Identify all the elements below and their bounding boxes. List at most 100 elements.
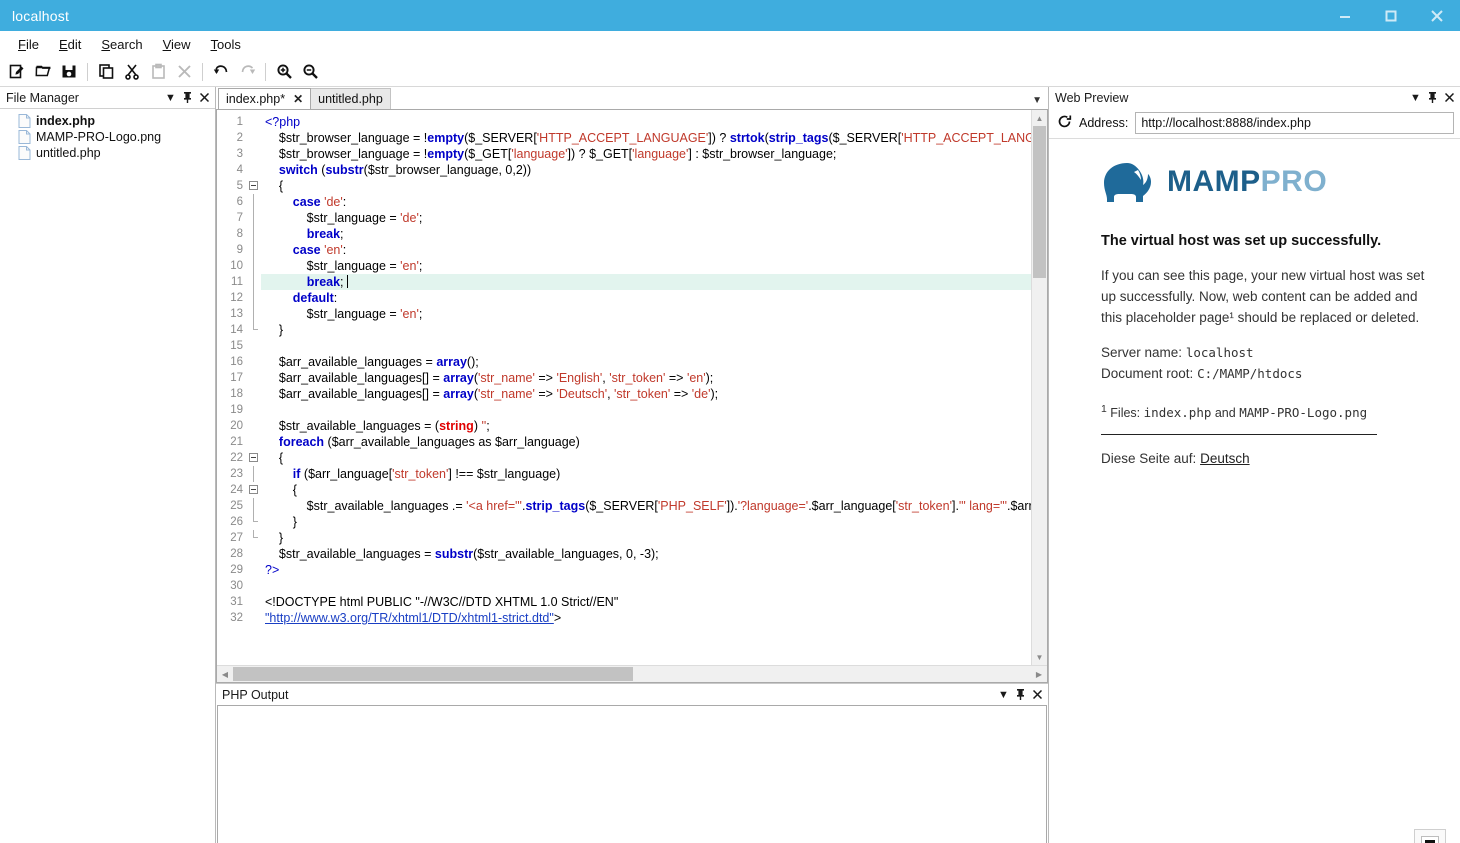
- tab-list-chevron-icon[interactable]: ▼: [1032, 95, 1042, 106]
- file-item-index-php[interactable]: index.php: [0, 113, 215, 129]
- code-line[interactable]: ?>: [261, 562, 1031, 578]
- chevron-down-icon[interactable]: ▼: [995, 686, 1012, 703]
- code-line[interactable]: "http://www.w3.org/TR/xhtml1/DTD/xhtml1-…: [261, 610, 1031, 626]
- code-line[interactable]: }: [261, 322, 1031, 338]
- code-line[interactable]: [261, 578, 1031, 594]
- file-list[interactable]: index.php MAMP-PRO-Logo.png untitled.php: [0, 108, 215, 843]
- fold-row: [247, 194, 261, 210]
- server-name-label: Server name:: [1101, 345, 1183, 360]
- line-number: 27: [230, 532, 243, 544]
- copy-icon[interactable]: [93, 60, 119, 84]
- open-folder-icon[interactable]: [30, 60, 56, 84]
- code-line[interactable]: switch (substr($str_browser_language, 0,…: [261, 162, 1031, 178]
- code-line[interactable]: [261, 402, 1031, 418]
- code-line[interactable]: $str_language = 'en';: [261, 258, 1031, 274]
- web-preview-content: MAMPPRO The virtual host was set up succ…: [1049, 138, 1460, 843]
- code-line[interactable]: $str_language = 'de';: [261, 210, 1031, 226]
- code-line[interactable]: foreach ($arr_available_languages as $ar…: [261, 434, 1031, 450]
- menu-view[interactable]: View: [153, 35, 201, 54]
- fold-collapse-icon[interactable]: [249, 181, 258, 190]
- editor-tab-untitled-php[interactable]: untitled.php: [310, 88, 391, 109]
- scroll-up-arrow-icon[interactable]: ▲: [1032, 110, 1047, 126]
- code-line[interactable]: if ($arr_language['str_token'] !== $str_…: [261, 466, 1031, 482]
- fold-row: [247, 178, 261, 194]
- chevron-down-icon[interactable]: ▼: [1407, 89, 1424, 106]
- menu-file[interactable]: File: [8, 35, 49, 54]
- fold-row: [247, 290, 261, 306]
- code-line[interactable]: $str_language = 'en';: [261, 306, 1031, 322]
- code-line[interactable]: $arr_available_languages = array();: [261, 354, 1031, 370]
- code-line[interactable]: $str_available_languages = (string) '';: [261, 418, 1031, 434]
- code-line[interactable]: break;: [261, 226, 1031, 242]
- file-item-untitled-php[interactable]: untitled.php: [0, 145, 215, 161]
- code-line[interactable]: default:: [261, 290, 1031, 306]
- editor-tab-index-php[interactable]: index.php* ✕: [218, 88, 312, 109]
- close-panel-icon[interactable]: [1441, 89, 1458, 106]
- code-line[interactable]: $arr_available_languages[] = array('str_…: [261, 386, 1031, 402]
- scroll-left-arrow-icon[interactable]: ◀: [217, 666, 233, 682]
- vertical-scroll-thumb[interactable]: [1033, 126, 1046, 278]
- scroll-right-arrow-icon[interactable]: ▶: [1031, 666, 1047, 682]
- php-output-textarea[interactable]: [217, 705, 1047, 843]
- close-tab-icon[interactable]: ✕: [293, 93, 303, 105]
- undo-icon[interactable]: [208, 60, 234, 84]
- code-line[interactable]: {: [261, 450, 1031, 466]
- code-text-area[interactable]: <?php $str_browser_language = !empty($_S…: [261, 110, 1031, 665]
- pin-icon[interactable]: [179, 89, 196, 106]
- code-line[interactable]: {: [261, 178, 1031, 194]
- horizontal-scroll-thumb[interactable]: [233, 667, 633, 681]
- fold-row: [247, 562, 261, 578]
- editor-vertical-scrollbar[interactable]: ▲ ▼: [1031, 110, 1047, 665]
- menu-search[interactable]: Search: [91, 35, 152, 54]
- save-icon[interactable]: [56, 60, 82, 84]
- fold-row: [247, 338, 261, 354]
- zoom-in-icon[interactable]: [271, 60, 297, 84]
- line-number: 6: [236, 196, 243, 208]
- code-line[interactable]: $str_available_languages .= '<a href="'.…: [261, 498, 1031, 514]
- maximize-button[interactable]: [1368, 0, 1414, 31]
- pin-icon[interactable]: [1424, 89, 1441, 106]
- chevron-down-icon[interactable]: ▼: [162, 89, 179, 106]
- code-line[interactable]: <?php: [261, 114, 1031, 130]
- fold-row: [247, 466, 261, 482]
- code-line[interactable]: [261, 338, 1031, 354]
- code-line[interactable]: }: [261, 514, 1031, 530]
- reload-icon[interactable]: [1057, 114, 1072, 133]
- fold-collapse-icon[interactable]: [249, 453, 258, 462]
- code-line[interactable]: $arr_available_languages[] = array('str_…: [261, 370, 1031, 386]
- code-folding-column[interactable]: [247, 110, 261, 665]
- code-line-current[interactable]: break;: [261, 274, 1031, 290]
- code-line[interactable]: $str_browser_language = !empty($_GET['la…: [261, 146, 1031, 162]
- cut-icon[interactable]: [119, 60, 145, 84]
- scroll-down-arrow-icon[interactable]: ▼: [1032, 649, 1047, 665]
- language-link-deutsch[interactable]: Deutsch: [1200, 451, 1250, 466]
- minimize-button[interactable]: [1322, 0, 1368, 31]
- line-number: 28: [230, 548, 243, 560]
- code-line[interactable]: case 'en':: [261, 242, 1031, 258]
- editor-horizontal-scrollbar[interactable]: ◀ ▶: [217, 665, 1047, 682]
- list-menu-button[interactable]: [1414, 829, 1446, 843]
- code-line[interactable]: $str_available_languages = substr($str_a…: [261, 546, 1031, 562]
- code-line[interactable]: $str_browser_language = !empty($_SERVER[…: [261, 130, 1031, 146]
- zoom-out-icon[interactable]: [297, 60, 323, 84]
- code-line[interactable]: }: [261, 530, 1031, 546]
- close-button[interactable]: [1414, 0, 1460, 31]
- line-number: 30: [230, 580, 243, 592]
- file-item-mamp-pro-logo-png[interactable]: MAMP-PRO-Logo.png: [0, 129, 215, 145]
- code-line[interactable]: case 'de':: [261, 194, 1031, 210]
- pin-icon[interactable]: [1012, 686, 1029, 703]
- address-input[interactable]: [1135, 112, 1454, 134]
- horizontal-scroll-track[interactable]: [633, 666, 1031, 682]
- code-line[interactable]: {: [261, 482, 1031, 498]
- fold-collapse-icon[interactable]: [249, 485, 258, 494]
- code-line[interactable]: <!DOCTYPE html PUBLIC "-//W3C//DTD XHTML…: [261, 594, 1031, 610]
- new-file-icon[interactable]: [4, 60, 30, 84]
- close-panel-icon[interactable]: [1029, 686, 1046, 703]
- vertical-scroll-track[interactable]: [1032, 278, 1047, 649]
- line-number: 14: [230, 324, 243, 336]
- close-panel-icon[interactable]: [196, 89, 213, 106]
- menu-tools[interactable]: Tools: [201, 35, 251, 54]
- web-preview-header: Web Preview ▼: [1049, 87, 1460, 108]
- menu-edit[interactable]: Edit: [49, 35, 91, 54]
- fold-row: [247, 610, 261, 626]
